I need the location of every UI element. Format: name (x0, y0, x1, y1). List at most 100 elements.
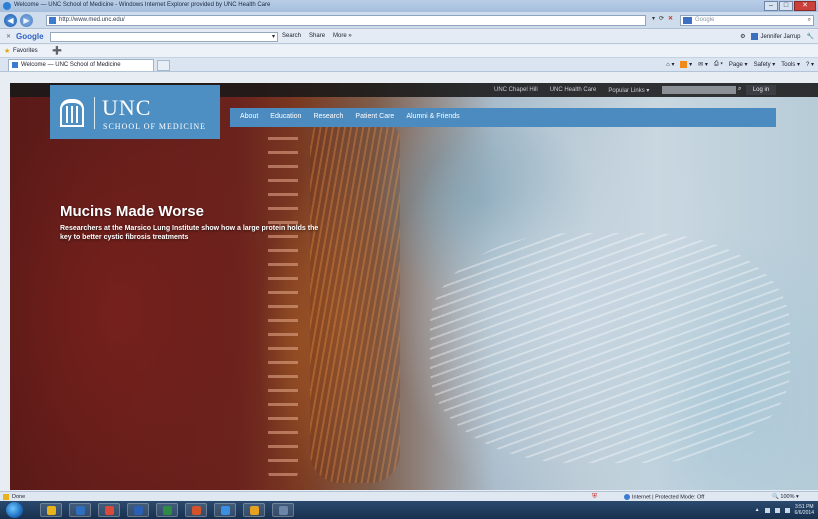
taskbar-ie-button[interactable] (214, 503, 236, 517)
address-tools: ▾ ⟳ ✕ (652, 15, 673, 22)
close-button[interactable]: ✕ (794, 1, 816, 11)
status-bar: Done ⛨ Internet | Protected Mode: Off 🔍 … (0, 491, 818, 501)
page-viewport[interactable]: UNC Chapel Hill UNC Health Care Popular … (10, 83, 818, 490)
favorites-button[interactable]: Favorites (13, 48, 38, 54)
status-text: Done (12, 494, 26, 500)
mail-icon[interactable]: ✉ ▾ (698, 61, 708, 68)
address-text: http://www.med.unc.edu/ (59, 17, 125, 23)
safety-menu[interactable]: Safety ▾ (754, 61, 776, 68)
share-button[interactable]: Share (309, 33, 325, 39)
close-toolbar-icon[interactable]: ✕ (6, 33, 11, 40)
window-controls: – □ ✕ (764, 1, 816, 11)
old-well-icon (60, 99, 84, 127)
taskbar-powerpoint-button[interactable] (185, 503, 207, 517)
page-menu[interactable]: Page ▾ (729, 61, 748, 68)
stop-icon[interactable]: ✕ (668, 15, 673, 22)
page-icon (49, 17, 56, 24)
feeds-icon[interactable]: ▾ (680, 61, 692, 68)
flag-icon[interactable] (764, 507, 770, 513)
print-icon[interactable]: ⎙ ▾ (714, 61, 723, 68)
taskbar-outlook-button[interactable] (243, 503, 265, 517)
favorites-star-icon[interactable]: ★ (4, 47, 10, 55)
nav-alumni-friends[interactable]: Alumni & Friends (406, 113, 459, 120)
forward-button[interactable]: ▶ (20, 14, 33, 27)
taskbar-apps (40, 503, 294, 517)
zoom-level[interactable]: 🔍 100% ▾ (772, 494, 799, 500)
outlook-icon (250, 506, 259, 515)
nav-patient-care[interactable]: Patient Care (355, 113, 394, 120)
ie-icon (3, 2, 11, 10)
feature-subhead: Researchers at the Marsico Lung Institut… (60, 225, 319, 241)
shield-icon: ⛨ (592, 493, 598, 500)
login-button[interactable]: Log in (746, 85, 776, 95)
powerpoint-icon (192, 506, 201, 515)
address-row: ◀ ▶ http://www.med.unc.edu/ ▾ ⟳ ✕ Google… (0, 12, 818, 29)
taskbar-explorer-button[interactable] (40, 503, 62, 517)
avatar (751, 33, 759, 40)
clock[interactable]: 3:51 PM 6/6/2014 (795, 504, 814, 516)
dropdown-icon[interactable]: ▾ (652, 15, 655, 22)
chevron-down-icon[interactable]: ▾ (272, 33, 275, 40)
volume-icon[interactable] (784, 507, 790, 513)
back-button[interactable]: ◀ (4, 14, 17, 27)
tab-row: Welcome — UNC School of Medicine ⌂ ▾ ▾ ✉… (0, 58, 818, 72)
nav-research[interactable]: Research (313, 113, 343, 120)
taskbar-media-button[interactable] (69, 503, 91, 517)
logo-subtitle: SCHOOL OF MEDICINE (103, 122, 207, 131)
refresh-icon[interactable]: ⟳ (659, 15, 664, 22)
site-search-icon[interactable]: ⌕ (738, 86, 741, 93)
minimize-button[interactable]: – (764, 1, 778, 11)
taskbar-chrome-button[interactable] (98, 503, 120, 517)
system-tray: ▲ 3:51 PM 6/6/2014 (755, 504, 814, 516)
favorites-bar: ★ Favorites ➕ (0, 45, 818, 58)
google-toolbar-buttons: Search Share More » (282, 33, 352, 39)
word-icon (134, 506, 143, 515)
user-account[interactable]: Jennifer Jarrup (751, 33, 801, 40)
nav-about[interactable]: About (240, 113, 258, 120)
feature-headline[interactable]: Mucins Made Worse (60, 203, 204, 220)
more-button[interactable]: More » (333, 33, 352, 39)
address-bar[interactable]: http://www.med.unc.edu/ (46, 15, 646, 26)
taskbar-word-button[interactable] (127, 503, 149, 517)
add-favorite-icon[interactable]: ➕ (52, 46, 62, 55)
tools-menu-label: Tools (781, 62, 796, 68)
help-icon[interactable]: ? ▾ (806, 61, 814, 68)
wrench-icon[interactable]: 🔧 (807, 33, 814, 40)
hero-image (10, 83, 818, 490)
security-zone[interactable]: Internet | Protected Mode: Off (624, 494, 704, 500)
taskbar-other-button[interactable] (272, 503, 294, 517)
tissue-strands-texture (310, 113, 400, 483)
tray-up-arrow-icon[interactable]: ▲ (755, 507, 760, 513)
globe-icon (624, 494, 630, 500)
clock-date: 6/6/2014 (794, 510, 814, 516)
tissue-fold-texture (268, 123, 298, 483)
search-icon[interactable]: ⌕ (808, 16, 811, 25)
link-unc-chapel-hill[interactable]: UNC Chapel Hill (494, 87, 538, 94)
zone-text: Internet | Protected Mode: Off (632, 494, 705, 501)
new-tab-button[interactable] (157, 60, 170, 71)
link-popular-links[interactable]: Popular Links ▾ (608, 87, 649, 94)
excel-icon (163, 506, 172, 515)
link-unc-health-care[interactable]: UNC Health Care (550, 87, 597, 94)
network-icon[interactable] (774, 507, 780, 513)
tab-welcome[interactable]: Welcome — UNC School of Medicine (8, 59, 154, 71)
taskbar-excel-button[interactable] (156, 503, 178, 517)
unc-som-logo[interactable]: UNC SCHOOL OF MEDICINE (50, 85, 220, 139)
taskbar: ▲ 3:51 PM 6/6/2014 (0, 501, 818, 519)
main-nav: About Education Research Patient Care Al… (230, 108, 776, 127)
settings-icon[interactable]: ⚙ (740, 33, 745, 40)
maximize-button[interactable]: □ (779, 1, 793, 11)
google-search-input[interactable]: ▾ (50, 32, 278, 42)
explorer-icon (47, 506, 56, 515)
tools-menu[interactable]: Tools ▾ (781, 61, 800, 68)
window-title-bar: Welcome — UNC School of Medicine - Windo… (0, 0, 818, 12)
google-toolbar-right: ⚙ Jennifer Jarrup 🔧 (740, 33, 814, 40)
browser-search-input[interactable]: Google ⌕ (680, 15, 814, 26)
home-icon[interactable]: ⌂ ▾ (666, 61, 674, 68)
google-search-icon (683, 17, 692, 24)
start-button[interactable] (6, 502, 23, 518)
nav-education[interactable]: Education (270, 113, 301, 120)
screen: Welcome — UNC School of Medicine - Windo… (0, 0, 818, 519)
site-search-input[interactable] (662, 86, 736, 94)
google-search-button[interactable]: Search (282, 33, 301, 39)
